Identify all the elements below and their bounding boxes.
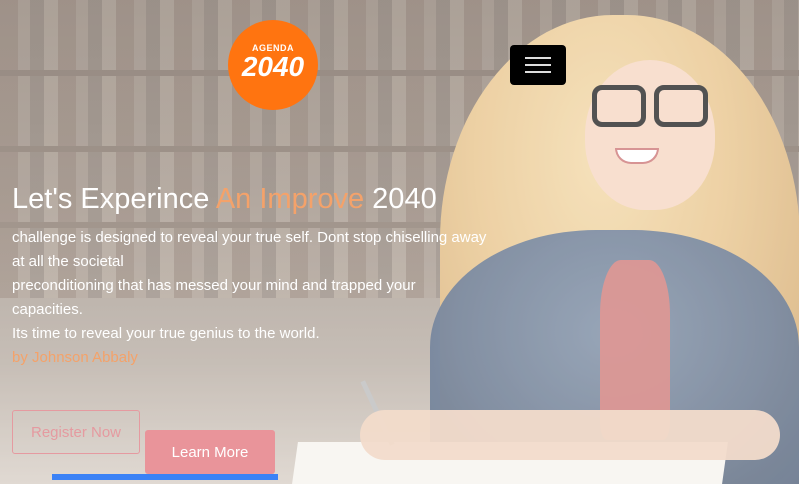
hero-content: Let's Experince An Improve 2040 challeng… bbox=[12, 182, 487, 370]
learn-more-button[interactable]: Learn More bbox=[145, 430, 275, 474]
logo-number: 2040 bbox=[241, 51, 305, 82]
scroll-progress-bar bbox=[52, 474, 278, 480]
hero-byline: by Johnson Abbaly bbox=[12, 349, 138, 366]
headline-accent: An Improve bbox=[215, 183, 365, 215]
hamburger-icon bbox=[525, 57, 551, 59]
agenda-2040-logo[interactable]: AGENDA 2040 bbox=[228, 20, 318, 110]
register-now-button[interactable]: Register Now bbox=[12, 410, 140, 454]
hamburger-menu-button[interactable] bbox=[510, 45, 566, 85]
hero-headline: Let's Experince An Improve 2040 bbox=[12, 183, 437, 215]
hero-description: challenge is designed to reveal your tru… bbox=[12, 229, 487, 342]
